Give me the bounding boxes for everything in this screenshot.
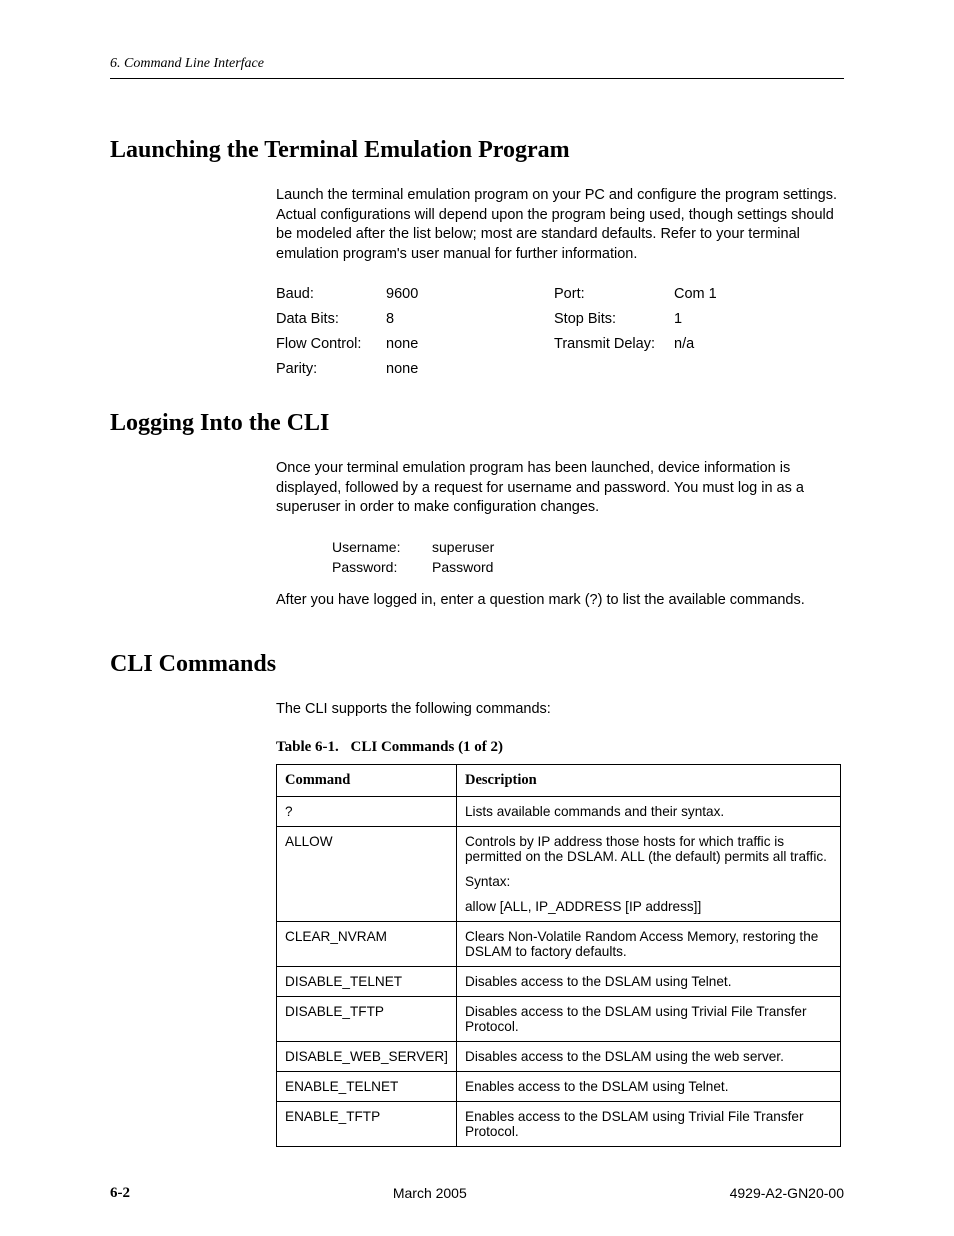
setting-value: n/a (674, 334, 694, 355)
table-row: ENABLE_TELNET Enables access to the DSLAM… (277, 1072, 841, 1102)
table-header-command: Command (277, 765, 457, 797)
section1-body: Launch the terminal emulation program on… (276, 186, 844, 264)
credentials-block: Username:superuser Password:Password (332, 538, 844, 577)
setting-value: 8 (386, 309, 446, 330)
description-paragraph: Lists available commands and their synta… (465, 804, 832, 819)
setting-label: Port: (554, 284, 674, 305)
table-row: DISABLE_TELNET Disables access to the DSL… (277, 967, 841, 997)
description-cell: Disables access to the DSLAM using Telne… (457, 967, 841, 997)
description-cell: Enables access to the DSLAM using Telnet… (457, 1072, 841, 1102)
description-cell: Lists available commands and their synta… (457, 797, 841, 827)
description-paragraph: Disables access to the DSLAM using Telne… (465, 974, 832, 989)
settings-right-column: Port:Com 1 Stop Bits:1 Transmit Delay:n/… (554, 284, 717, 380)
description-cell: Disables access to the DSLAM using Trivi… (457, 997, 841, 1042)
description-paragraph: Enables access to the DSLAM using Trivia… (465, 1109, 832, 1139)
setting-label: Flow Control: (276, 334, 386, 355)
description-paragraph: Disables access to the DSLAM using Trivi… (465, 1004, 832, 1034)
command-cell: ENABLE_TFTP (277, 1102, 457, 1147)
section3-body: The CLI supports the following commands: (276, 700, 844, 720)
description-cell: Clears Non-Volatile Random Access Memory… (457, 922, 841, 967)
description-paragraph: allow [ALL, IP_ADDRESS [IP address]] (465, 899, 832, 914)
command-cell: ALLOW (277, 827, 457, 922)
description-cell: Controls by IP address those hosts for w… (457, 827, 841, 922)
page-number: 6-2 (110, 1185, 130, 1202)
description-paragraph: Syntax: (465, 874, 832, 889)
table-header-description: Description (457, 765, 841, 797)
cred-value: Password (432, 558, 493, 578)
table-row: CLEAR_NVRAM Clears Non-Volatile Random Ac… (277, 922, 841, 967)
table-number: Table 6-1. (276, 739, 339, 755)
page-footer: 6-2 March 2005 4929-A2-GN20-00 (110, 1185, 844, 1202)
table-title: CLI Commands (1 of 2) (351, 739, 504, 755)
page-header: 6. Command Line Interface (110, 56, 844, 79)
section-heading-cli-commands: CLI Commands (110, 651, 844, 678)
description-paragraph: Controls by IP address those hosts for w… (465, 834, 832, 864)
table-row: ALLOW Controls by IP address those hosts … (277, 827, 841, 922)
terminal-settings: Baud:9600 Data Bits:8 Flow Control:none … (276, 284, 844, 380)
setting-label: Baud: (276, 284, 386, 305)
setting-label: Parity: (276, 359, 386, 380)
setting-value: Com 1 (674, 284, 717, 305)
setting-label: Data Bits: (276, 309, 386, 330)
setting-label: Stop Bits: (554, 309, 674, 330)
setting-value: 9600 (386, 284, 446, 305)
footer-date: March 2005 (393, 1185, 467, 1202)
settings-left-column: Baud:9600 Data Bits:8 Flow Control:none … (276, 284, 446, 380)
footer-docnum: 4929-A2-GN20-00 (730, 1185, 844, 1202)
command-cell: DISABLE_TELNET (277, 967, 457, 997)
setting-value: none (386, 359, 446, 380)
description-paragraph: Enables access to the DSLAM using Telnet… (465, 1079, 832, 1094)
command-cell: ENABLE_TELNET (277, 1072, 457, 1102)
cred-label: Username: (332, 538, 432, 558)
table-row: DISABLE_TFTP Disables access to the DSLAM… (277, 997, 841, 1042)
cli-commands-table: Command Description ? Lists available com… (276, 764, 841, 1147)
description-cell: Disables access to the DSLAM using the w… (457, 1042, 841, 1072)
table-caption: Table 6-1. CLI Commands (1 of 2) (276, 739, 844, 756)
cred-value: superuser (432, 538, 494, 558)
table-row: DISABLE_WEB_SERVER] Disables access to th… (277, 1042, 841, 1072)
cred-label: Password: (332, 558, 432, 578)
setting-value: none (386, 334, 446, 355)
section2-body2: After you have logged in, enter a questi… (276, 591, 844, 611)
description-paragraph: Disables access to the DSLAM using the w… (465, 1049, 832, 1064)
command-cell: DISABLE_TFTP (277, 997, 457, 1042)
section2-body1: Once your terminal emulation program has… (276, 459, 844, 518)
section-heading-logging: Logging Into the CLI (110, 410, 844, 437)
command-cell: ? (277, 797, 457, 827)
description-cell: Enables access to the DSLAM using Trivia… (457, 1102, 841, 1147)
section-heading-launching: Launching the Terminal Emulation Program (110, 137, 844, 164)
setting-value: 1 (674, 309, 682, 330)
command-cell: CLEAR_NVRAM (277, 922, 457, 967)
table-row: ? Lists available commands and their synt… (277, 797, 841, 827)
command-cell: DISABLE_WEB_SERVER] (277, 1042, 457, 1072)
description-paragraph: Clears Non-Volatile Random Access Memory… (465, 929, 832, 959)
setting-label: Transmit Delay: (554, 334, 674, 355)
table-row: ENABLE_TFTP Enables access to the DSLAM u… (277, 1102, 841, 1147)
